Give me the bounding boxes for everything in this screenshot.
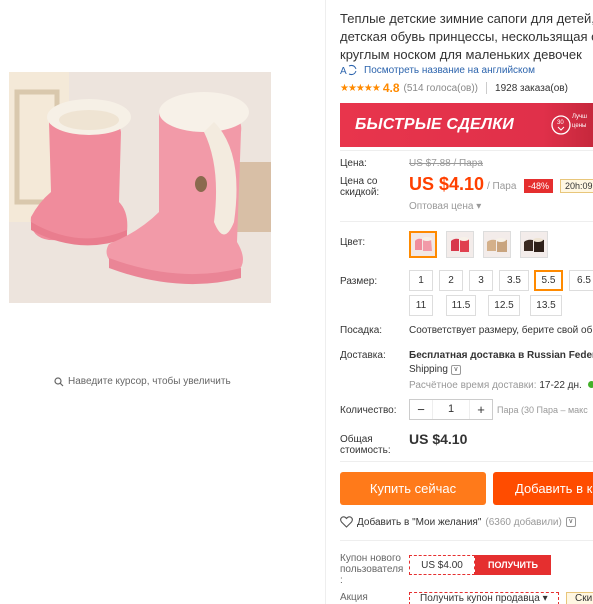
translate-link-text[interactable]: Посмотреть название на английском — [364, 65, 535, 76]
shipping-method[interactable]: Shipping ∨ — [409, 364, 461, 375]
color-swatch-pink[interactable] — [409, 231, 437, 258]
product-title: Теплые детские зимние сапоги для детей, … — [340, 10, 593, 64]
divider — [486, 82, 488, 94]
fast-deals-banner[interactable]: БЫСТРЫЕ СДЕЛКИ 30 Лучш цены — [340, 103, 593, 147]
size-option[interactable]: 3.5 — [499, 270, 529, 291]
total-label: Общая стоимость: — [340, 434, 391, 456]
coupon-label: Купон нового пользователя : — [340, 553, 404, 586]
quantity-note: Пара (30 Пара – макс — [497, 405, 588, 415]
divider — [340, 221, 593, 222]
shipping-method-text: Shipping — [409, 364, 448, 375]
color-swatches — [409, 231, 548, 258]
gallery-pane: Наведите курсор, чтобы увеличить — [0, 0, 326, 604]
color-label: Цвет: — [340, 237, 366, 248]
shipping-label: Доставка: — [340, 350, 386, 361]
discount-price-label: Цена со скидкой: — [340, 176, 380, 198]
pink-boots-thumb — [411, 233, 435, 256]
old-price: US $7.88 / Пара — [409, 158, 483, 169]
fast-deals-label: БЫСТРЫЕ СДЕЛКИ — [355, 116, 514, 133]
delivery-eta-value: 17-22 дн. — [539, 380, 582, 391]
size-option[interactable]: 1 — [409, 270, 433, 291]
coupon-value: US $4.00 — [409, 555, 475, 575]
chevron-down-icon[interactable]: ∨ — [450, 364, 461, 375]
wishlist-link[interactable]: Добавить в "Мои желания" (6360 добавили)… — [340, 516, 576, 528]
votes-link[interactable]: (514 голоса(ов)) — [404, 83, 479, 94]
quantity-input[interactable]: 1 — [432, 400, 470, 419]
current-price: US $4.10 — [409, 174, 485, 194]
promo-label: Акция — [340, 592, 368, 603]
size-option[interactable]: 2 — [439, 270, 463, 291]
quantity-plus-button[interactable]: + — [470, 402, 492, 417]
divider — [340, 461, 593, 462]
rating-row: ★★★★★ 4.8 (514 голоса(ов)) 1928 заказа(о… — [340, 81, 568, 95]
deal-timer: 20h:09 — [560, 179, 593, 193]
black-boots-thumb — [521, 232, 547, 257]
quantity-stepper: − 1 + — [409, 399, 493, 420]
quantity-label: Количество: — [340, 405, 397, 416]
translate-icon: A — [340, 64, 357, 76]
size-option-selected[interactable]: 5.5 — [534, 270, 563, 291]
boots-illustration — [9, 72, 271, 303]
translate-link[interactable]: A Посмотреть название на английском — [340, 64, 535, 77]
color-swatch-beige[interactable] — [483, 231, 511, 258]
delivery-eta-label: Расчётное время доставки: — [409, 380, 537, 391]
fit-value: Соответствует размеру, берите свой об — [409, 325, 593, 336]
discount-tag[interactable]: Ски — [566, 592, 593, 604]
delivery-eta: Расчётное время доставки: 17-22 дн. — [409, 380, 593, 391]
fit-label: Посадка: — [340, 325, 383, 336]
color-swatch-red[interactable] — [446, 231, 474, 258]
chevron-down-icon[interactable]: ∨ — [565, 517, 576, 527]
divider — [340, 150, 593, 151]
wishlist-text: Добавить в "Мои желания" — [357, 516, 482, 528]
rating-value: 4.8 — [382, 81, 400, 95]
svg-text:A: A — [340, 66, 347, 76]
size-option[interactable]: 13.5 — [530, 295, 562, 316]
heart-icon — [340, 516, 353, 528]
shipping-line: Бесплатная доставка в Russian Federa — [409, 350, 593, 361]
rating-stars-icon: ★★★★★ — [340, 82, 381, 94]
beige-boots-thumb — [484, 232, 510, 257]
deals-badge-text: Лучш цены — [572, 114, 587, 129]
total-price: US $4.10 — [409, 431, 468, 447]
orders-count: 1928 заказа(ов) — [495, 82, 568, 94]
red-boots-thumb — [447, 232, 473, 257]
size-label: Размер: — [340, 276, 378, 287]
buy-now-button[interactable]: Купить сейчас — [340, 472, 486, 505]
wholesale-price-toggle[interactable]: Оптовая цена ▾ — [409, 201, 481, 212]
wishlist-count: (6360 добавили) — [485, 516, 562, 528]
svg-text:30: 30 — [557, 120, 564, 126]
size-option[interactable]: 11.5 — [446, 295, 476, 316]
size-option[interactable]: 12.5 — [488, 295, 520, 316]
size-option[interactable]: 11 — [409, 295, 433, 316]
zoom-hint: Наведите курсор, чтобы увеличить — [54, 376, 231, 387]
divider — [340, 540, 593, 541]
product-image[interactable] — [9, 72, 271, 303]
price-unit: / Пара — [487, 181, 517, 192]
size-option[interactable]: 3 — [469, 270, 493, 291]
title-line: Теплые детские зимние сапоги для детей, … — [340, 11, 593, 26]
get-coupon-button[interactable]: ПОЛУЧИТЬ — [475, 555, 551, 575]
magnifier-icon — [54, 376, 64, 386]
size-option[interactable]: 6.5 — [569, 270, 593, 291]
title-line: детская обувь принцессы, нескользящая об — [340, 29, 593, 44]
quantity-minus-button[interactable]: − — [410, 402, 432, 417]
seller-coupon-dropdown[interactable]: Получить купон продавца ▾ — [409, 592, 559, 604]
zoom-hint-text: Наведите курсор, чтобы увеличить — [68, 376, 231, 387]
title-line: круглым носком для маленьких девочек — [340, 47, 582, 62]
info-dot-icon — [587, 381, 593, 388]
price-label: Цена: — [340, 158, 367, 169]
add-to-cart-button[interactable]: Добавить в к — [493, 472, 593, 505]
color-swatch-black[interactable] — [520, 231, 548, 258]
discount-badge: -48% — [524, 179, 554, 193]
